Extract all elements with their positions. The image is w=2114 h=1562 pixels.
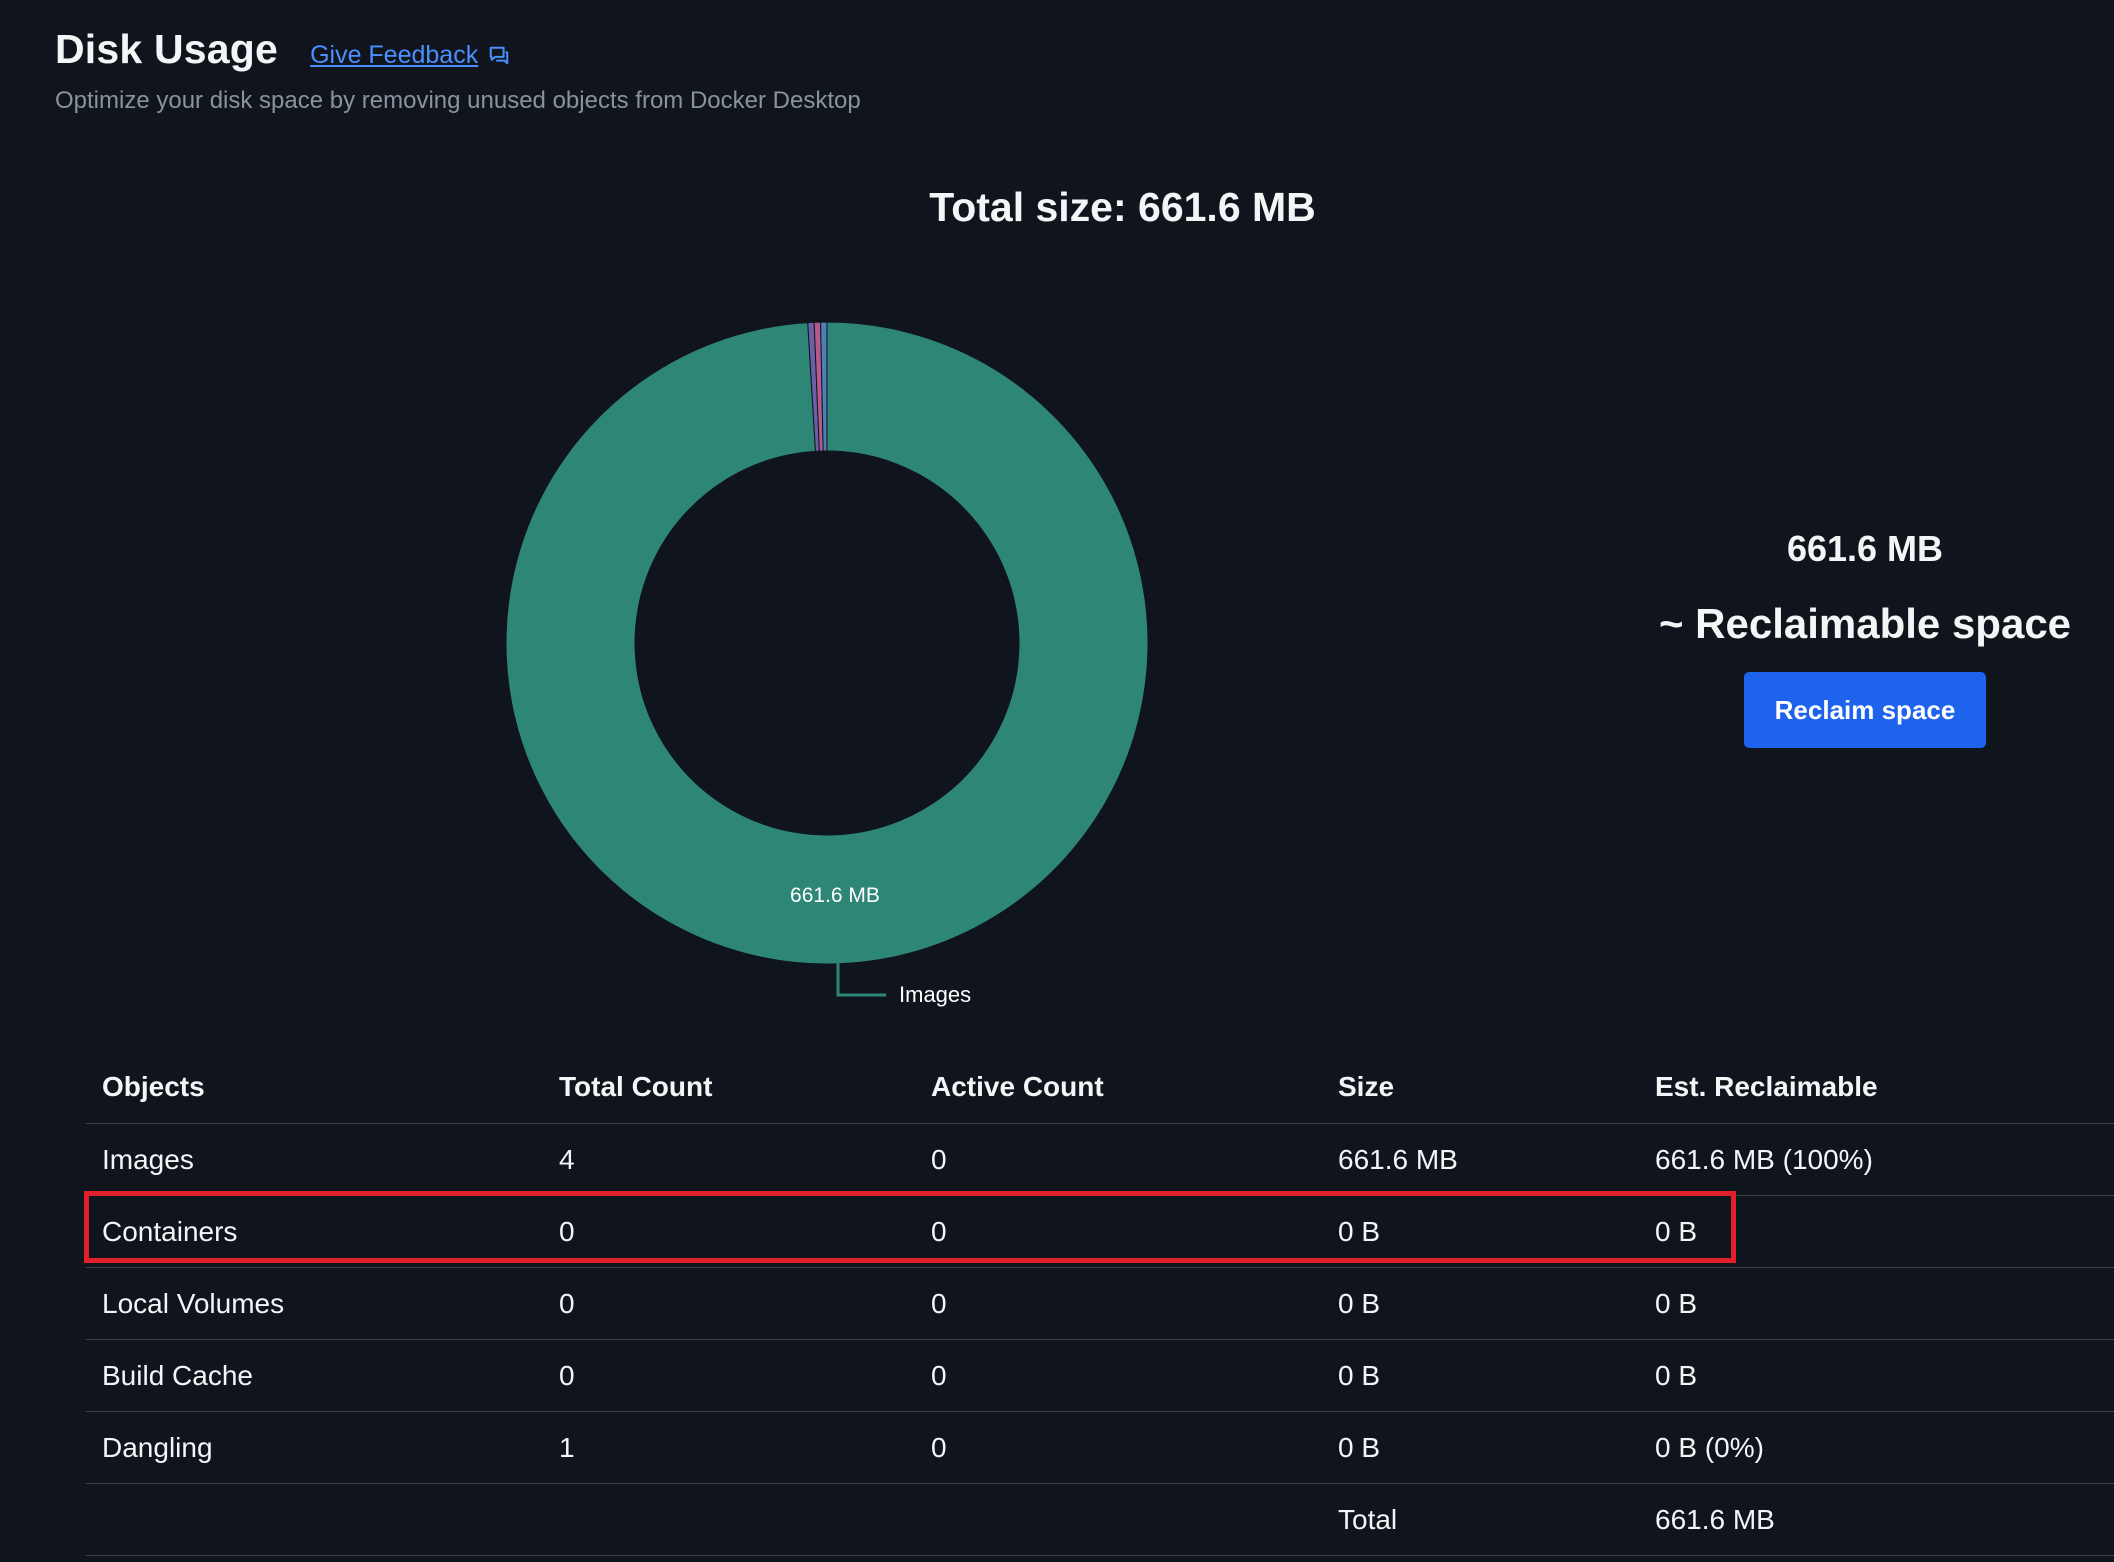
cell-total-count: 4 <box>543 1123 915 1196</box>
table-row-total: Total 661.6 MB <box>86 1483 2114 1556</box>
column-header-objects: Objects <box>86 1050 543 1124</box>
cell-est-reclaimable: 0 B <box>1639 1267 2114 1340</box>
give-feedback-label: Give Feedback <box>310 41 479 69</box>
column-header-total-count: Total Count <box>543 1050 915 1124</box>
cell-object <box>86 1483 543 1556</box>
cell-active-count: 0 <box>915 1267 1322 1340</box>
cell-object: Local Volumes <box>86 1267 543 1340</box>
total-label: Total <box>1322 1483 1639 1556</box>
table-row-containers: Containers 0 0 0 B 0 B <box>86 1195 2114 1268</box>
reclaimable-space-label: ~ Reclaimable space <box>1658 600 2072 647</box>
disk-usage-donut-chart: 661.6 MB Images <box>490 305 1170 1025</box>
images-callout-label: Images <box>899 982 971 1007</box>
table-row-build-cache: Build Cache 0 0 0 B 0 B <box>86 1339 2114 1412</box>
cell-size: 661.6 MB <box>1322 1123 1639 1196</box>
page-title: Disk Usage <box>55 26 279 72</box>
disk-usage-page: Disk Usage Give Feedback Optimize your d… <box>0 0 2114 1562</box>
cell-est-reclaimable: 0 B <box>1639 1339 2114 1412</box>
cell-est-reclaimable: 661.6 MB (100%) <box>1639 1123 2114 1196</box>
column-header-est-reclaimable: Est. Reclaimable <box>1639 1050 2114 1124</box>
cell-active-count <box>915 1483 1322 1556</box>
cell-est-reclaimable: 0 B (0%) <box>1639 1411 2114 1484</box>
total-size-heading: Total size: 661.6 MB <box>929 184 1316 230</box>
table-row-images: Images 4 0 661.6 MB 661.6 MB (100%) <box>86 1123 2114 1196</box>
cell-object: Containers <box>86 1195 543 1268</box>
cell-size: 0 B <box>1322 1267 1639 1340</box>
cell-size: 0 B <box>1322 1339 1639 1412</box>
reclaimable-amount: 661.6 MB <box>1786 528 1944 569</box>
cell-active-count: 0 <box>915 1411 1322 1484</box>
cell-object: Dangling <box>86 1411 543 1484</box>
reclaim-panel: 661.6 MB ~ Reclaimable space Reclaim spa… <box>1640 528 2090 748</box>
table-row-dangling: Dangling 1 0 0 B 0 B (0%) <box>86 1411 2114 1484</box>
reclaim-space-button[interactable]: Reclaim space <box>1744 672 1986 748</box>
feedback-chat-icon <box>489 46 509 64</box>
cell-total-count <box>543 1483 915 1556</box>
title-row: Disk Usage Give Feedback <box>55 26 861 73</box>
donut-chart-svg: 661.6 MB Images <box>505 321 1149 1007</box>
column-header-active-count: Active Count <box>915 1050 1322 1124</box>
images-slice-value-label: 661.6 MB <box>790 884 880 907</box>
cell-total-count: 0 <box>543 1195 915 1268</box>
cell-total-count: 1 <box>543 1411 915 1484</box>
table-header-row: Objects Total Count Active Count Size Es… <box>86 1050 2114 1124</box>
images-callout-line <box>836 962 886 997</box>
cell-size: 0 B <box>1322 1411 1639 1484</box>
cell-object: Images <box>86 1123 543 1196</box>
page-subtitle: Optimize your disk space by removing unu… <box>55 87 861 114</box>
column-header-size: Size <box>1322 1050 1639 1124</box>
page-header: Disk Usage Give Feedback Optimize your d… <box>55 26 861 115</box>
cell-object: Build Cache <box>86 1339 543 1412</box>
cell-active-count: 0 <box>915 1195 1322 1268</box>
disk-usage-table: Objects Total Count Active Count Size Es… <box>86 1050 2114 1556</box>
cell-size: 0 B <box>1322 1195 1639 1268</box>
cell-est-reclaimable: 0 B <box>1639 1195 2114 1268</box>
cell-total-count: 0 <box>543 1339 915 1412</box>
cell-active-count: 0 <box>915 1339 1322 1412</box>
give-feedback-link[interactable]: Give Feedback <box>310 41 510 70</box>
total-value: 661.6 MB <box>1639 1483 2114 1556</box>
cell-active-count: 0 <box>915 1123 1322 1196</box>
table-row-local-volumes: Local Volumes 0 0 0 B 0 B <box>86 1267 2114 1340</box>
cell-total-count: 0 <box>543 1267 915 1340</box>
